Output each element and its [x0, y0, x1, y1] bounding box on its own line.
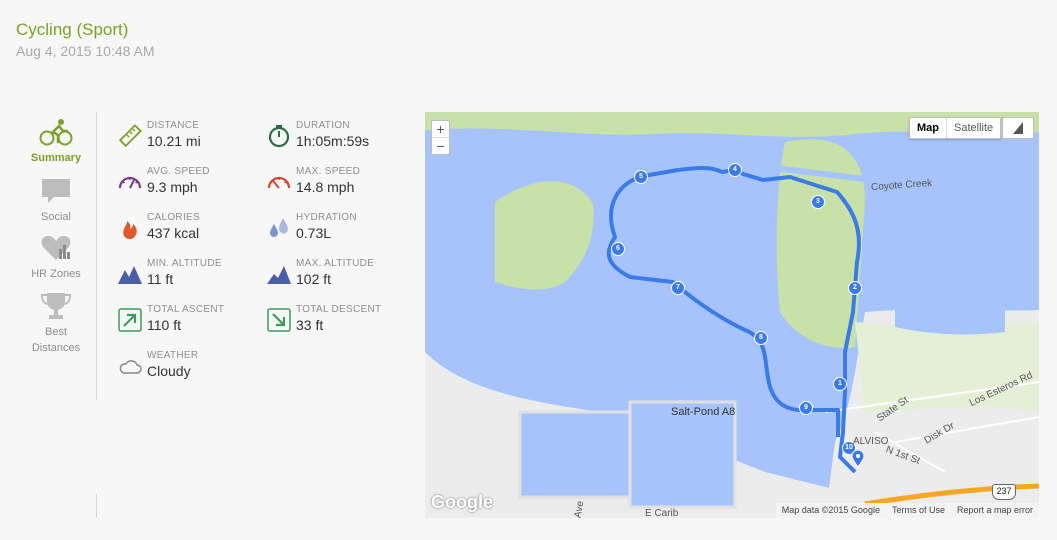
- route-marker-2[interactable]: 2: [848, 281, 862, 295]
- total-descent-label: TOTAL DESCENT: [296, 304, 382, 315]
- trophy-icon: [40, 293, 72, 319]
- weather-value: Cloudy: [147, 363, 191, 379]
- fullscreen-button[interactable]: [1002, 117, 1034, 139]
- activity-title: Cycling (Sport): [16, 20, 129, 39]
- max-altitude-label: MAX. ALTITUDE: [296, 258, 375, 269]
- stat-calories: CALORIES 437 kcal: [118, 212, 258, 252]
- calories-value: 437 kcal: [147, 225, 200, 241]
- activity-datetime: Aug 4, 2015 10:48 AM: [16, 43, 155, 59]
- nav-social-label: Social: [41, 211, 71, 223]
- zoom-out-button[interactable]: −: [432, 138, 449, 154]
- highway-shield: 237: [992, 484, 1016, 500]
- mountain-peak-icon: [267, 266, 291, 284]
- nav-divider: [96, 112, 97, 400]
- nav-summary-label: Summary: [30, 152, 82, 164]
- stat-min-altitude: MIN. ALTITUDE 11 ft: [118, 258, 258, 298]
- arrow-up-right-icon: [118, 308, 142, 332]
- nav-best-label-2: Distances: [31, 342, 81, 354]
- distance-label: DISTANCE: [147, 120, 200, 131]
- stat-total-descent: TOTAL DESCENT 33 ft: [267, 304, 407, 344]
- heart-chart-icon: [41, 235, 71, 260]
- report-error-link[interactable]: Report a map error: [951, 503, 1039, 518]
- ruler-icon: [118, 124, 142, 148]
- stat-distance: DISTANCE 10.21 mi: [118, 120, 258, 160]
- nav-best-label-1: Best: [44, 326, 67, 338]
- calories-label: CALORIES: [147, 212, 200, 223]
- weather-label: WEATHER: [147, 350, 199, 361]
- stat-total-ascent: TOTAL ASCENT 110 ft: [118, 304, 258, 344]
- end-pin-icon[interactable]: [851, 450, 865, 468]
- place-alviso: ALVISO: [853, 436, 889, 447]
- route-marker-3[interactable]: 3: [811, 195, 825, 209]
- flame-icon: [123, 221, 137, 239]
- speedometer-icon: [118, 176, 142, 189]
- route-marker-9[interactable]: 9: [799, 401, 813, 415]
- speedometer-max-icon: [267, 176, 291, 189]
- stat-max-altitude: MAX. ALTITUDE 102 ft: [267, 258, 407, 298]
- map-data-credit: Map data ©2015 Google: [781, 505, 880, 515]
- route-marker-8[interactable]: 8: [754, 331, 768, 345]
- nav-summary[interactable]: Summary: [24, 118, 88, 166]
- nav-hr-zones[interactable]: HR Zones: [24, 234, 88, 282]
- terms-link[interactable]: Terms of Use: [886, 503, 951, 518]
- stat-weather: WEATHER Cloudy: [118, 350, 258, 390]
- distance-value: 10.21 mi: [147, 133, 201, 149]
- min-altitude-value: 11 ft: [147, 271, 174, 287]
- mountain-icon: [118, 266, 142, 284]
- map-type-control: Map Satellite: [909, 117, 1002, 139]
- max-speed-value: 14.8 mph: [296, 179, 355, 195]
- stat-avg-speed: AVG. SPEED 9.3 mph: [118, 166, 258, 206]
- min-altitude-label: MIN. ALTITUDE: [147, 258, 222, 269]
- place-salt-pond: Salt-Pond A8: [671, 406, 736, 418]
- place-e-carib: E Carib: [645, 508, 679, 518]
- duration-label: DURATION: [296, 120, 350, 131]
- route-marker-1[interactable]: 1: [833, 377, 847, 391]
- max-speed-label: MAX. SPEED: [296, 166, 361, 177]
- total-ascent-value: 110 ft: [147, 317, 181, 333]
- zoom-in-button[interactable]: +: [432, 121, 449, 138]
- nav-hr-zones-label: HR Zones: [31, 268, 81, 280]
- route-marker-6[interactable]: 6: [611, 242, 625, 256]
- route-marker-5[interactable]: 5: [634, 170, 648, 184]
- arrow-down-right-icon: [267, 308, 291, 332]
- stat-max-speed: MAX. SPEED 14.8 mph: [267, 166, 407, 206]
- cloud-icon: [119, 360, 142, 374]
- stat-duration: DURATION 1h:05m:59s: [267, 120, 407, 160]
- stat-hydration: HYDRATION 0.73L: [267, 212, 407, 252]
- map-type-satellite-button[interactable]: Satellite: [947, 118, 1000, 138]
- speech-bubble-icon: [42, 179, 70, 203]
- water-drops-icon: [270, 218, 288, 237]
- hydration-label: HYDRATION: [296, 212, 357, 223]
- duration-value: 1h:05m:59s: [296, 133, 370, 149]
- route-map[interactable]: 1 2 3 4 5 6 7 8 9 10 Coyote Creek Salt-P…: [425, 112, 1039, 518]
- route-marker-7[interactable]: 7: [671, 281, 685, 295]
- stopwatch-icon: [268, 125, 290, 148]
- total-descent-value: 33 ft: [296, 317, 324, 333]
- avg-speed-label: AVG. SPEED: [147, 166, 210, 177]
- hydration-value: 0.73L: [296, 225, 332, 241]
- bicycle-icon: [39, 119, 73, 146]
- nav-divider-bottom: [96, 494, 97, 518]
- google-logo: Google: [431, 492, 493, 512]
- nav-best-distances[interactable]: Best Distances: [24, 292, 88, 356]
- max-altitude-value: 102 ft: [296, 271, 332, 287]
- fullscreen-icon: [1013, 122, 1023, 134]
- map-type-map-button[interactable]: Map: [910, 118, 947, 138]
- route-marker-4[interactable]: 4: [728, 163, 742, 177]
- nav-social[interactable]: Social: [24, 177, 88, 225]
- zoom-control: + −: [431, 120, 450, 155]
- map-attribution: Map data ©2015 Google Terms of Use Repor…: [775, 503, 1039, 518]
- total-ascent-label: TOTAL ASCENT: [147, 304, 225, 315]
- avg-speed-value: 9.3 mph: [147, 179, 198, 195]
